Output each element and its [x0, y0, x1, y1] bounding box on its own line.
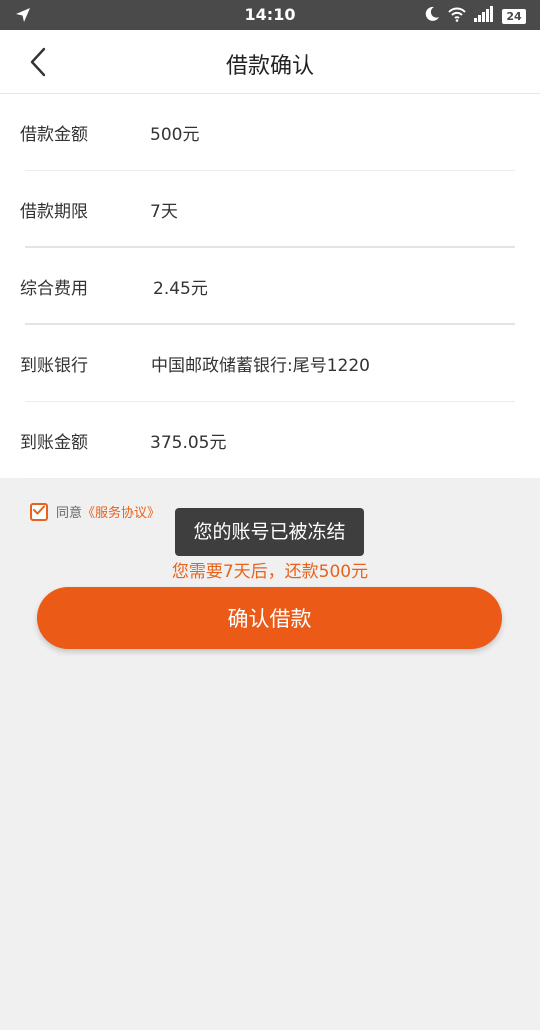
- detail-value: 500元: [150, 125, 200, 145]
- agreement-checkbox[interactable]: [30, 502, 48, 521]
- detail-row-bank: 到账银行 中国邮政储蓄银行:尾号1220: [0, 325, 540, 402]
- detail-row-fees: 综合费用 2.45元: [0, 248, 540, 325]
- status-icons: 24: [424, 6, 526, 26]
- wifi-icon: [448, 6, 466, 26]
- detail-label: 综合费用: [20, 279, 88, 299]
- detail-label: 借款期限: [20, 202, 88, 222]
- detail-value: 7天: [150, 202, 178, 222]
- detail-value: 2.45元: [153, 279, 208, 299]
- detail-label: 借款金额: [20, 125, 88, 145]
- signal-icon: [474, 6, 494, 26]
- detail-value: 375.05元: [150, 433, 227, 453]
- status-bar: 14:10 24: [0, 0, 540, 30]
- detail-value: 中国邮政储蓄银行:尾号1220: [151, 356, 370, 376]
- app-header: 借款确认: [0, 30, 540, 94]
- detail-row-loan-term: 借款期限 7天: [0, 171, 540, 248]
- frozen-account-toast: 您的账号已被冻结: [175, 508, 364, 556]
- loan-details: 借款金额 500元 借款期限 7天 综合费用 2.45元 到账银行 中国邮政储蓄…: [0, 94, 540, 479]
- detail-row-loan-amount: 借款金额 500元: [0, 94, 540, 171]
- service-agreement-link[interactable]: 《服务协议》: [82, 502, 160, 521]
- check-icon: [33, 504, 45, 519]
- battery-icon: 24: [502, 8, 526, 24]
- confirm-loan-button[interactable]: 确认借款: [37, 587, 502, 649]
- agreement: 同意 《服务协议》: [30, 502, 160, 521]
- detail-row-received-amount: 到账金额 375.05元: [0, 402, 540, 479]
- divider: [25, 478, 515, 479]
- agreement-prefix: 同意: [56, 506, 83, 521]
- detail-label: 到账银行: [20, 356, 88, 376]
- detail-label: 到账金额: [20, 433, 88, 453]
- repayment-notice: 您需要7天后，还款500元: [171, 562, 369, 582]
- moon-icon: [424, 6, 440, 26]
- page-title: 借款确认: [225, 54, 314, 79]
